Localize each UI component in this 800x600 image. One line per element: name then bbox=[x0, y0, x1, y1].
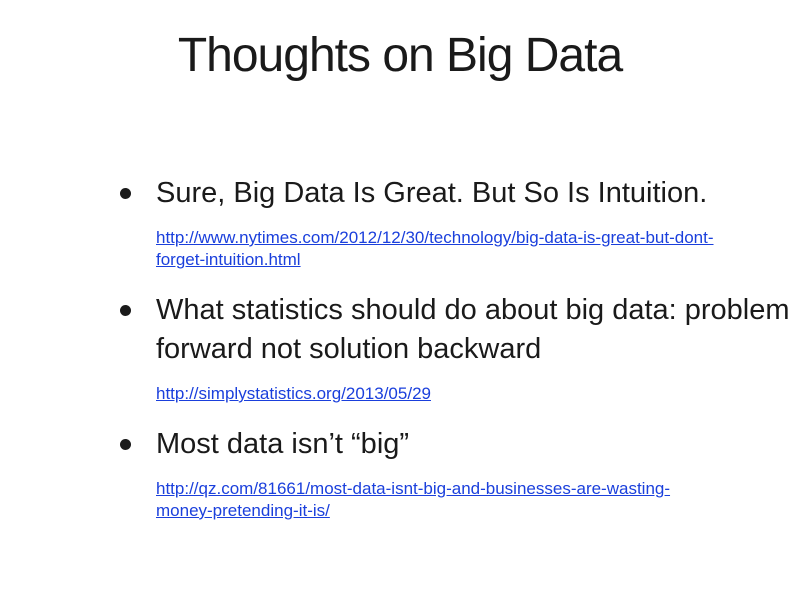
bullet-dot-icon bbox=[120, 188, 131, 199]
nytimes-link[interactable]: http://www.nytimes.com/2012/12/30/techno… bbox=[156, 227, 726, 271]
simplystatistics-link[interactable]: http://simplystatistics.org/2013/05/29 bbox=[156, 383, 726, 405]
bullet-item: Most data isn’t “big” http://qz.com/8166… bbox=[118, 425, 796, 522]
slide: Thoughts on Big Data Sure, Big Data Is G… bbox=[0, 0, 800, 600]
bullet-dot-icon bbox=[120, 305, 131, 316]
bullet-item: Sure, Big Data Is Great. But So Is Intui… bbox=[118, 174, 796, 271]
slide-title: Thoughts on Big Data bbox=[177, 29, 623, 82]
bullet-text: Sure, Big Data Is Great. But So Is Intui… bbox=[156, 177, 708, 209]
bullet-text: What statistics should do about big data… bbox=[156, 294, 790, 365]
bullet-text: Most data isn’t “big” bbox=[156, 428, 410, 460]
bullet-dot-icon bbox=[120, 439, 131, 450]
qz-link[interactable]: http://qz.com/81661/most-data-isnt-big-a… bbox=[156, 478, 726, 522]
bullet-item: What statistics should do about big data… bbox=[118, 291, 796, 405]
